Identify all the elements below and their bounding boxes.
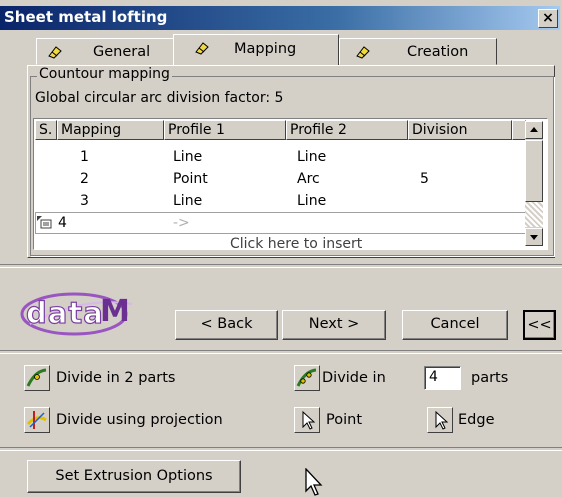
tab-mapping-label: Mapping [234,41,297,57]
cancel-label: Cancel [430,316,480,332]
arrow-down-icon [530,235,538,240]
row-mapping[interactable]: 2 [80,171,89,187]
window-title: Sheet metal lofting [4,8,168,26]
sheet-metal-lofting-window: Sheet metal lofting × General Mapping Cr… [0,0,562,497]
separator [0,350,562,354]
separator [0,447,562,451]
next-button[interactable]: Next > [282,310,386,340]
row-mapping[interactable]: 1 [80,149,89,165]
collapse-label: << [527,317,552,333]
next-label: Next > [308,316,360,332]
collapse-button[interactable]: << [523,310,556,340]
tab-general[interactable]: General [36,38,174,65]
row-profile1[interactable]: Line [173,149,202,165]
edge-button[interactable] [427,407,453,433]
back-label: < Back [200,316,253,332]
column-header[interactable]: Division [408,120,512,140]
column-header[interactable]: Profile 1 [164,120,286,140]
scroll-thumb[interactable] [525,140,543,202]
new-row-mapping[interactable]: 4 [58,215,67,231]
insert-hint[interactable]: Click here to insert [230,236,362,249]
divide-in-n-button[interactable] [294,365,320,391]
new-row[interactable] [35,212,541,234]
new-row-profile1[interactable]: -> [173,215,190,231]
mapping-table[interactable]: S. Mapping Profile 1 Profile 2 Division … [33,118,548,250]
scroll-down-button[interactable] [525,228,543,246]
point-label: Point [326,412,363,428]
row-profile1[interactable]: Line [173,193,202,209]
row-profile1[interactable]: Point [173,171,208,187]
divide-curve-multi-icon [296,368,317,387]
edge-label: Edge [458,412,495,428]
divide-projection-button[interactable] [24,407,50,433]
tab-general-label: General [93,44,151,60]
scroll-up-button[interactable] [525,121,543,139]
tab-mapping[interactable]: Mapping [173,34,339,66]
scroll-track[interactable] [525,202,543,227]
header-filler [512,120,526,140]
eraser-icon [195,42,209,55]
logo-text-m: M [100,294,130,329]
tab-creation[interactable]: Creation [339,38,497,65]
cursor-icon [435,410,449,430]
row-division[interactable]: 5 [420,171,429,187]
parts-label: parts [471,370,509,386]
group-title: Countour mapping [37,66,172,82]
new-row-icon [37,216,52,229]
vertical-scrollbar[interactable] [525,121,543,246]
divide-curve-icon [26,368,47,387]
datam-logo: data M [20,290,138,338]
column-header[interactable]: Profile 2 [286,120,408,140]
close-button[interactable]: × [538,9,558,28]
tab-creation-label: Creation [407,44,469,60]
column-header[interactable]: Mapping [57,120,164,140]
parts-count-input[interactable]: 4 [424,366,461,390]
set-extrusion-options-button[interactable]: Set Extrusion Options [27,460,241,493]
separator [0,264,562,268]
back-button[interactable]: < Back [175,310,278,340]
title-bar[interactable]: Sheet metal lofting × [0,6,560,30]
divide-in-2-button[interactable] [24,365,50,391]
row-profile2[interactable]: Line [297,193,326,209]
mouse-pointer-icon [305,468,323,496]
cancel-button[interactable]: Cancel [402,310,508,340]
divide-projection-label: Divide using projection [56,412,223,428]
row-profile2[interactable]: Line [297,149,326,165]
arrow-up-icon [530,127,538,132]
global-division-factor: Global circular arc division factor: 5 [35,90,284,106]
eraser-icon [48,46,62,59]
row-profile2[interactable]: Arc [297,171,320,187]
set-extrusion-options-label: Set Extrusion Options [55,468,213,484]
cursor-icon [302,410,316,430]
logo-text-data: data [25,295,104,330]
projection-icon [26,411,47,429]
column-header[interactable]: S. [35,120,57,140]
row-mapping[interactable]: 3 [80,193,89,209]
divide-in-2-label: Divide in 2 parts [56,370,176,386]
divide-in-label: Divide in [322,370,386,386]
point-button[interactable] [294,407,320,433]
eraser-icon [356,46,370,59]
